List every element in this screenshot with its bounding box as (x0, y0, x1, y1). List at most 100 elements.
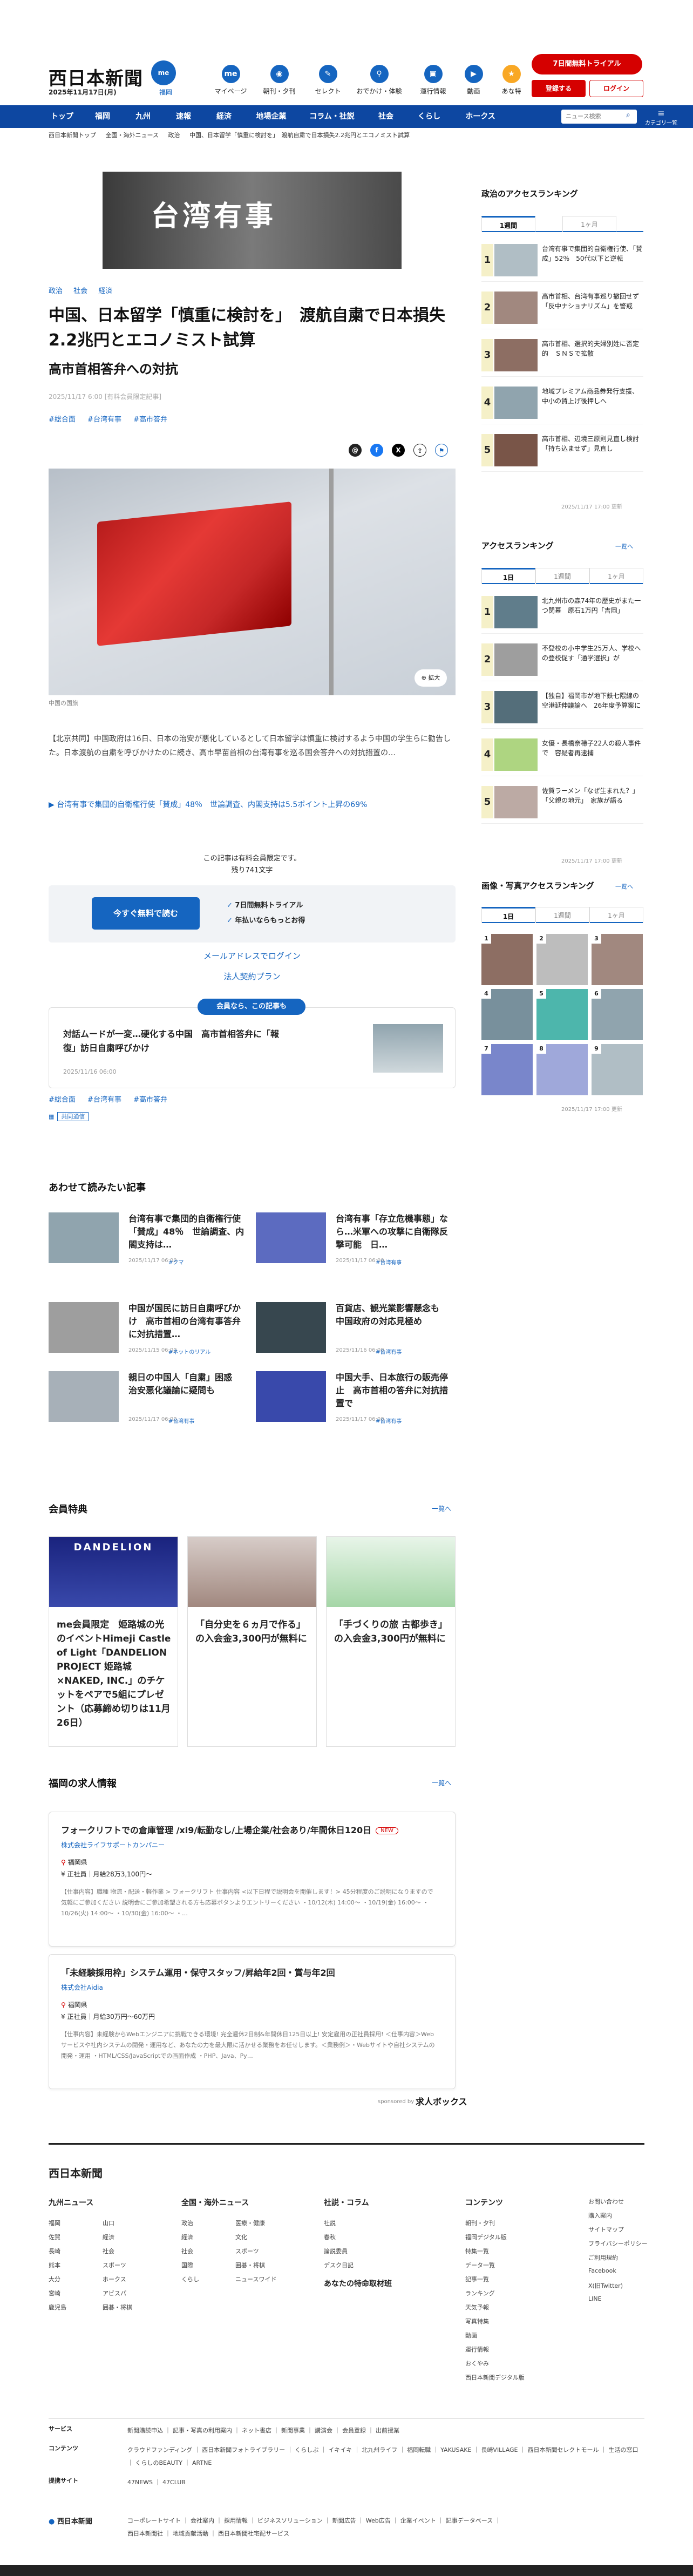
photo-ranking-item[interactable]: 6 (592, 989, 643, 1040)
related-article[interactable]: 中国が国民に訪日自粛呼びかけ 高市首相の台湾有事答弁に対抗措置… 2025/11/… (49, 1302, 248, 1361)
ranking-item[interactable]: 1 北九州市の森74年の歴史がまた一つ閉幕 原石1万円「吉岡」 (481, 591, 643, 634)
footer-link[interactable]: 天気予報 (465, 2303, 489, 2311)
nav-item-economy[interactable]: 経済 (205, 105, 243, 128)
benefits-more[interactable]: 一覧へ (432, 1504, 451, 1513)
nav-item-hawks[interactable]: ホークス (453, 105, 507, 128)
footer-link[interactable]: 宮崎 (49, 2289, 60, 2297)
photo-ranking-item[interactable]: 9 (592, 1044, 643, 1095)
related-article[interactable]: 台湾有事「存立危機事態」なら…米軍への攻撃に自衛隊反撃可能 日… 2025/11/… (256, 1212, 456, 1272)
bottom-links[interactable]: コーポレートサイト ｜ 会社案内 ｜ 採用情報 ｜ ビジネスソリューション ｜ … (127, 2514, 505, 2540)
footer-link[interactable]: 大分 (49, 2275, 60, 2283)
header-link-mypage[interactable]: me マイページ (205, 65, 256, 96)
keyword-tag[interactable]: #高市答弁 (133, 1096, 167, 1104)
footer-link[interactable]: 記事一覧 (465, 2275, 489, 2283)
footer-link[interactable]: 社説 (324, 2219, 336, 2227)
footer-link[interactable]: 囲碁・将棋 (103, 2303, 132, 2311)
photo-ranking-item[interactable]: 8 (536, 1044, 588, 1095)
photo-ranking-item[interactable]: 7 (481, 1044, 533, 1095)
footer-link[interactable]: 運行情報 (465, 2345, 489, 2354)
tab-day[interactable]: 1日 (481, 568, 535, 584)
footer-link[interactable]: ニュースワイド (235, 2275, 276, 2283)
zoom-button[interactable]: ⊕ 拡大 (415, 669, 447, 687)
footer-link[interactable]: ホークス (103, 2275, 126, 2283)
footer-link[interactable]: アビスパ (103, 2289, 126, 2297)
footer-link[interactable]: 佐賀 (49, 2233, 60, 2241)
footer-link[interactable]: 写真特集 (465, 2317, 489, 2326)
footer-link[interactable]: ご利用規約 (588, 2253, 618, 2262)
footer-link[interactable]: お問い合わせ (588, 2197, 624, 2206)
footer-link[interactable]: 山口 (103, 2219, 114, 2227)
footer-link[interactable]: LINE (588, 2295, 602, 2302)
site-logo[interactable]: 西日本新聞 (49, 64, 143, 90)
article-photo[interactable]: ⊕ 拡大 (49, 469, 456, 695)
benefit-card[interactable]: 「自分史を６ヵ月で作る」の入会金3,300円が無料に (187, 1536, 317, 1747)
keyword-tag[interactable]: #台湾有事 (87, 416, 121, 424)
footer-link[interactable]: 囲碁・将棋 (235, 2261, 265, 2269)
facebook-icon[interactable]: f (370, 444, 383, 457)
footer-link[interactable]: 論説委員 (324, 2247, 348, 2255)
tab-month[interactable]: 1ヶ月 (589, 907, 643, 923)
category-list-button[interactable]: ≡ カテゴリ一覧 (642, 109, 680, 127)
benefit-card[interactable]: DANDELION me会員限定 姫路城の光のイベントHimeji Castle… (49, 1536, 178, 1747)
footer-link[interactable]: 福岡デジタル版 (465, 2233, 507, 2241)
tab-month[interactable]: 1ヶ月 (589, 568, 643, 584)
footer-link[interactable]: 経済 (181, 2233, 193, 2241)
tab-week[interactable]: 1週間 (535, 568, 589, 584)
footer-link[interactable]: 社会 (181, 2247, 193, 2255)
footer-link[interactable]: 朝刊・夕刊 (465, 2219, 495, 2227)
footer-link[interactable]: Facebook (588, 2267, 616, 2274)
ranking-item[interactable]: 2 不登校の小中学生25万人、学校への登校促す「通学選択」が (481, 638, 643, 681)
nav-item-breaking[interactable]: 速報 (165, 105, 202, 128)
category-tag[interactable]: 政治 (49, 287, 63, 295)
nav-item-life[interactable]: くらし (407, 105, 451, 128)
footer-link[interactable]: 鹿児島 (49, 2303, 66, 2311)
footer-link[interactable]: 特集一覧 (465, 2247, 489, 2255)
related-article[interactable]: 中国大手、日本旅行の販売停止 高市首相の答弁に対抗措置で 2025/11/17 0… (256, 1371, 456, 1431)
related-article[interactable]: 台湾有事で集団的自衛権行使「賛成」48％ 世論調査、内閣支持は… 2025/11/… (49, 1212, 248, 1272)
threads-icon[interactable]: @ (349, 444, 362, 457)
photo-ranking-more[interactable]: 一覧へ (615, 882, 633, 891)
footer-link[interactable]: スポーツ (103, 2261, 126, 2269)
ranking-item[interactable]: 4 地域プレミアム商品券発行支援、中小の賃上げ後押しへ (481, 381, 643, 424)
email-login-link[interactable]: メールアドレスでログイン (49, 950, 456, 961)
footer-link[interactable]: 購入案内 (588, 2211, 612, 2220)
ranking-item[interactable]: 3 高市首相、選択的夫婦別姓に否定的 ＳＮＳで拡散 (481, 334, 643, 377)
nav-item-kyushu[interactable]: 九州 (124, 105, 162, 128)
breadcrumb-item[interactable]: 全国・海外ニュース (106, 132, 159, 139)
ranking-item[interactable]: 2 高市首相、台湾有事巡り撤回せず「反中ナショナリズム」を警戒 (481, 286, 643, 329)
footer-link[interactable]: 文化 (235, 2233, 247, 2241)
category-tag[interactable]: 経済 (98, 287, 112, 295)
category-tag[interactable]: 社会 (73, 287, 87, 295)
footer-link[interactable]: おくやみ (465, 2359, 489, 2368)
search-icon[interactable]: ⌕ (626, 111, 636, 121)
footer-link[interactable]: 西日本新聞デジタル版 (465, 2373, 525, 2382)
access-ranking-more[interactable]: 一覧へ (615, 542, 633, 551)
footer-link[interactable]: サイトマップ (588, 2225, 624, 2234)
breadcrumb-item[interactable]: 政治 (168, 132, 180, 139)
related-article[interactable]: 親日の中国人「自粛」困惑 治安悪化議論に疑問も 2025/11/17 06:00 #… (49, 1371, 248, 1431)
bookmark-icon[interactable]: ⚑ (435, 444, 448, 457)
footer-link[interactable]: 医療・健康 (235, 2219, 265, 2227)
related-article-link[interactable]: ▶ 台湾有事で集団的自衛権行使「賛成」48％ 世論調査、内閣支持は5.5ポイント… (49, 798, 456, 812)
nav-item-column[interactable]: コラム・社説 (300, 105, 364, 128)
footer-link[interactable]: 春秋 (324, 2233, 336, 2241)
header-link-outing[interactable]: ⚲ おでかけ・体験 (354, 65, 405, 96)
footer-link[interactable]: 動画 (465, 2331, 477, 2340)
nav-item-local-business[interactable]: 地場企業 (246, 105, 297, 128)
weather-region[interactable]: 福岡 (159, 87, 172, 97)
footer-link[interactable]: 経済 (103, 2233, 114, 2241)
read-free-button[interactable]: 今すぐ無料で読む (92, 897, 200, 930)
footer-link[interactable]: ランキング (465, 2289, 495, 2297)
me-badge-icon[interactable]: me (151, 60, 176, 85)
ranking-item[interactable]: 3 【独自】福岡市が地下鉄七隈線の空港延伸議論へ 26年度予算案に (481, 686, 643, 729)
nav-item-fukuoka[interactable]: 福岡 (84, 105, 121, 128)
job-card[interactable]: フォークリフトでの倉庫管理 /xi9/転勤なし/上場企業/社会あり/年間休日12… (49, 1812, 456, 1947)
related-article[interactable]: 百貨店、観光業影響懸念も 中国政府の対応見極め 2025/11/16 06:00 #… (256, 1302, 456, 1361)
footer-link[interactable]: 熊本 (49, 2261, 60, 2269)
footer-link[interactable]: プライバシーポリシー (588, 2239, 648, 2248)
job-card[interactable]: 「未経験採用枠」システム運用・保守スタッフ/昇給年2回・賞与年2回 株式会社Ai… (49, 1954, 456, 2089)
footer-link[interactable]: 社会 (103, 2247, 114, 2255)
benefit-card[interactable]: 「手づくりの旅 古都歩き」の入会金3,300円が無料に (326, 1536, 456, 1747)
nav-item-society[interactable]: 社会 (367, 105, 405, 128)
tab-day[interactable]: 1日 (481, 907, 535, 923)
